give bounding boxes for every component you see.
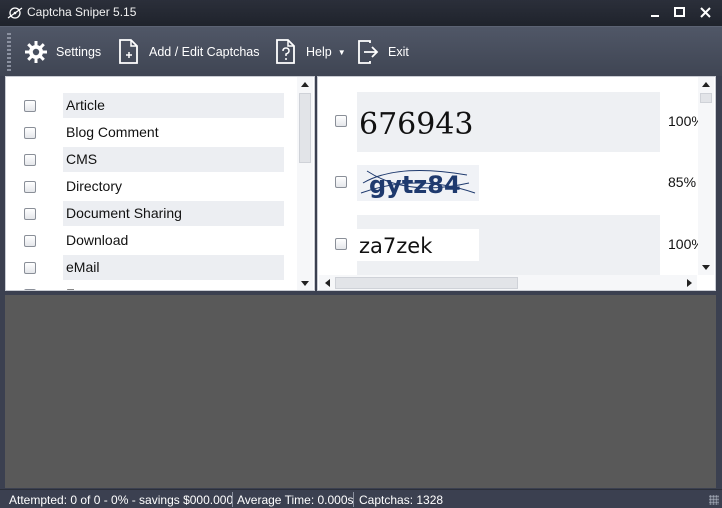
category-item-partial[interactable]: F xyxy=(18,282,284,290)
title-bar: Captcha Sniper 5.15 xyxy=(0,0,722,26)
gear-icon xyxy=(25,41,47,63)
category-checkbox[interactable] xyxy=(24,207,36,220)
captcha-text: gytz84 xyxy=(369,171,461,199)
settings-label: Settings xyxy=(56,45,102,59)
scroll-up-arrow-icon[interactable] xyxy=(698,77,714,91)
status-bar: Attempted: 0 of 0 - 0% - savings $000.00… xyxy=(0,489,722,508)
status-attempted: Attempted: 0 of 0 - 0% - savings $000.00… xyxy=(9,493,234,507)
captcha-checkbox[interactable] xyxy=(335,115,347,127)
maximize-button[interactable] xyxy=(670,4,690,22)
output-area xyxy=(5,295,716,488)
category-item-blog-comment[interactable]: Blog Comment xyxy=(18,120,284,145)
category-item-cms[interactable]: CMS xyxy=(18,147,284,172)
category-label: Document Sharing xyxy=(63,201,284,226)
toolbar: Settings Add / Edit Captchas Help ▼ Exit xyxy=(0,26,722,76)
scrollbar-thumb[interactable] xyxy=(335,277,518,289)
captcha-image: gytz84 xyxy=(357,153,660,213)
close-button[interactable] xyxy=(696,4,716,22)
category-label: F xyxy=(63,282,284,290)
captcha-text: 676943 xyxy=(359,107,474,142)
status-captchas-count: Captchas: 1328 xyxy=(359,493,444,507)
captcha-checkbox[interactable] xyxy=(335,238,347,250)
category-item-email[interactable]: eMail xyxy=(18,255,284,280)
window-title: Captcha Sniper 5.15 xyxy=(27,5,137,19)
add-edit-captchas-button[interactable]: Add / Edit Captchas xyxy=(117,38,259,66)
category-item-document-sharing[interactable]: Document Sharing xyxy=(18,201,284,226)
dropdown-caret-icon: ▼ xyxy=(337,47,346,57)
scroll-up-arrow-icon[interactable] xyxy=(297,77,313,91)
add-edit-captchas-label: Add / Edit Captchas xyxy=(149,45,260,59)
minimize-icon xyxy=(651,15,659,17)
exit-icon xyxy=(358,40,379,64)
category-checkbox[interactable] xyxy=(24,126,36,139)
scroll-down-arrow-icon[interactable] xyxy=(297,276,313,290)
minimize-button[interactable] xyxy=(646,4,666,22)
status-average-time: Average Time: 0.000s xyxy=(237,493,354,507)
category-label: Download xyxy=(66,232,129,248)
help-label: Help xyxy=(306,45,332,59)
category-item-directory[interactable]: Directory xyxy=(18,174,284,199)
category-checkbox[interactable] xyxy=(24,180,36,193)
scroll-down-arrow-icon[interactable] xyxy=(698,260,714,274)
scroll-left-arrow-icon[interactable] xyxy=(319,276,335,290)
maximize-icon xyxy=(674,7,685,17)
category-checkbox[interactable] xyxy=(24,288,36,290)
help-document-icon xyxy=(276,39,295,64)
status-separator xyxy=(232,492,233,507)
toolbar-grip[interactable] xyxy=(7,33,11,71)
category-label: Article xyxy=(63,93,284,118)
exit-label: Exit xyxy=(388,45,409,59)
category-checkbox[interactable] xyxy=(24,99,36,112)
captcha-text: za7zek xyxy=(359,234,433,258)
category-label: Blog Comment xyxy=(66,124,159,140)
category-checkbox[interactable] xyxy=(24,153,36,166)
category-label: eMail xyxy=(63,255,284,280)
category-checkbox[interactable] xyxy=(24,234,36,247)
category-list-panel: Article Blog Comment CMS Directory Docum… xyxy=(5,76,315,291)
category-checkbox[interactable] xyxy=(24,261,36,274)
exit-button[interactable]: Exit xyxy=(356,38,409,66)
captcha-checkbox[interactable] xyxy=(335,176,347,188)
status-separator xyxy=(353,492,354,507)
resize-grip-icon[interactable] xyxy=(709,495,719,505)
category-label: Directory xyxy=(66,178,123,194)
captcha-image: za7zek xyxy=(357,215,660,275)
category-label: CMS xyxy=(63,147,284,172)
captcha-row[interactable]: za7zek 100% xyxy=(328,215,704,275)
close-icon xyxy=(700,7,711,18)
scrollbar-thumb[interactable] xyxy=(299,93,311,163)
category-item-download[interactable]: Download xyxy=(18,228,284,253)
scrollbar-thumb[interactable] xyxy=(700,93,712,103)
app-logo-icon xyxy=(7,7,23,19)
captcha-list-panel: 676943 100% gytz84 85% za7zek 100% xyxy=(317,76,716,291)
scroll-right-arrow-icon[interactable] xyxy=(681,276,697,290)
settings-button[interactable]: Settings xyxy=(24,38,101,66)
captcha-list-vscrollbar[interactable] xyxy=(698,77,714,275)
captcha-confidence: 85% xyxy=(668,174,697,190)
category-list-scrollbar[interactable] xyxy=(297,77,313,290)
category-item-article[interactable]: Article xyxy=(18,93,284,118)
captcha-row[interactable]: 676943 100% xyxy=(328,92,704,152)
captcha-row[interactable]: gytz84 85% xyxy=(328,153,696,213)
captcha-image: 676943 xyxy=(357,92,660,152)
help-menu-button[interactable]: Help ▼ xyxy=(274,38,346,66)
captcha-list-hscrollbar[interactable] xyxy=(319,275,697,290)
document-add-icon xyxy=(119,39,138,64)
